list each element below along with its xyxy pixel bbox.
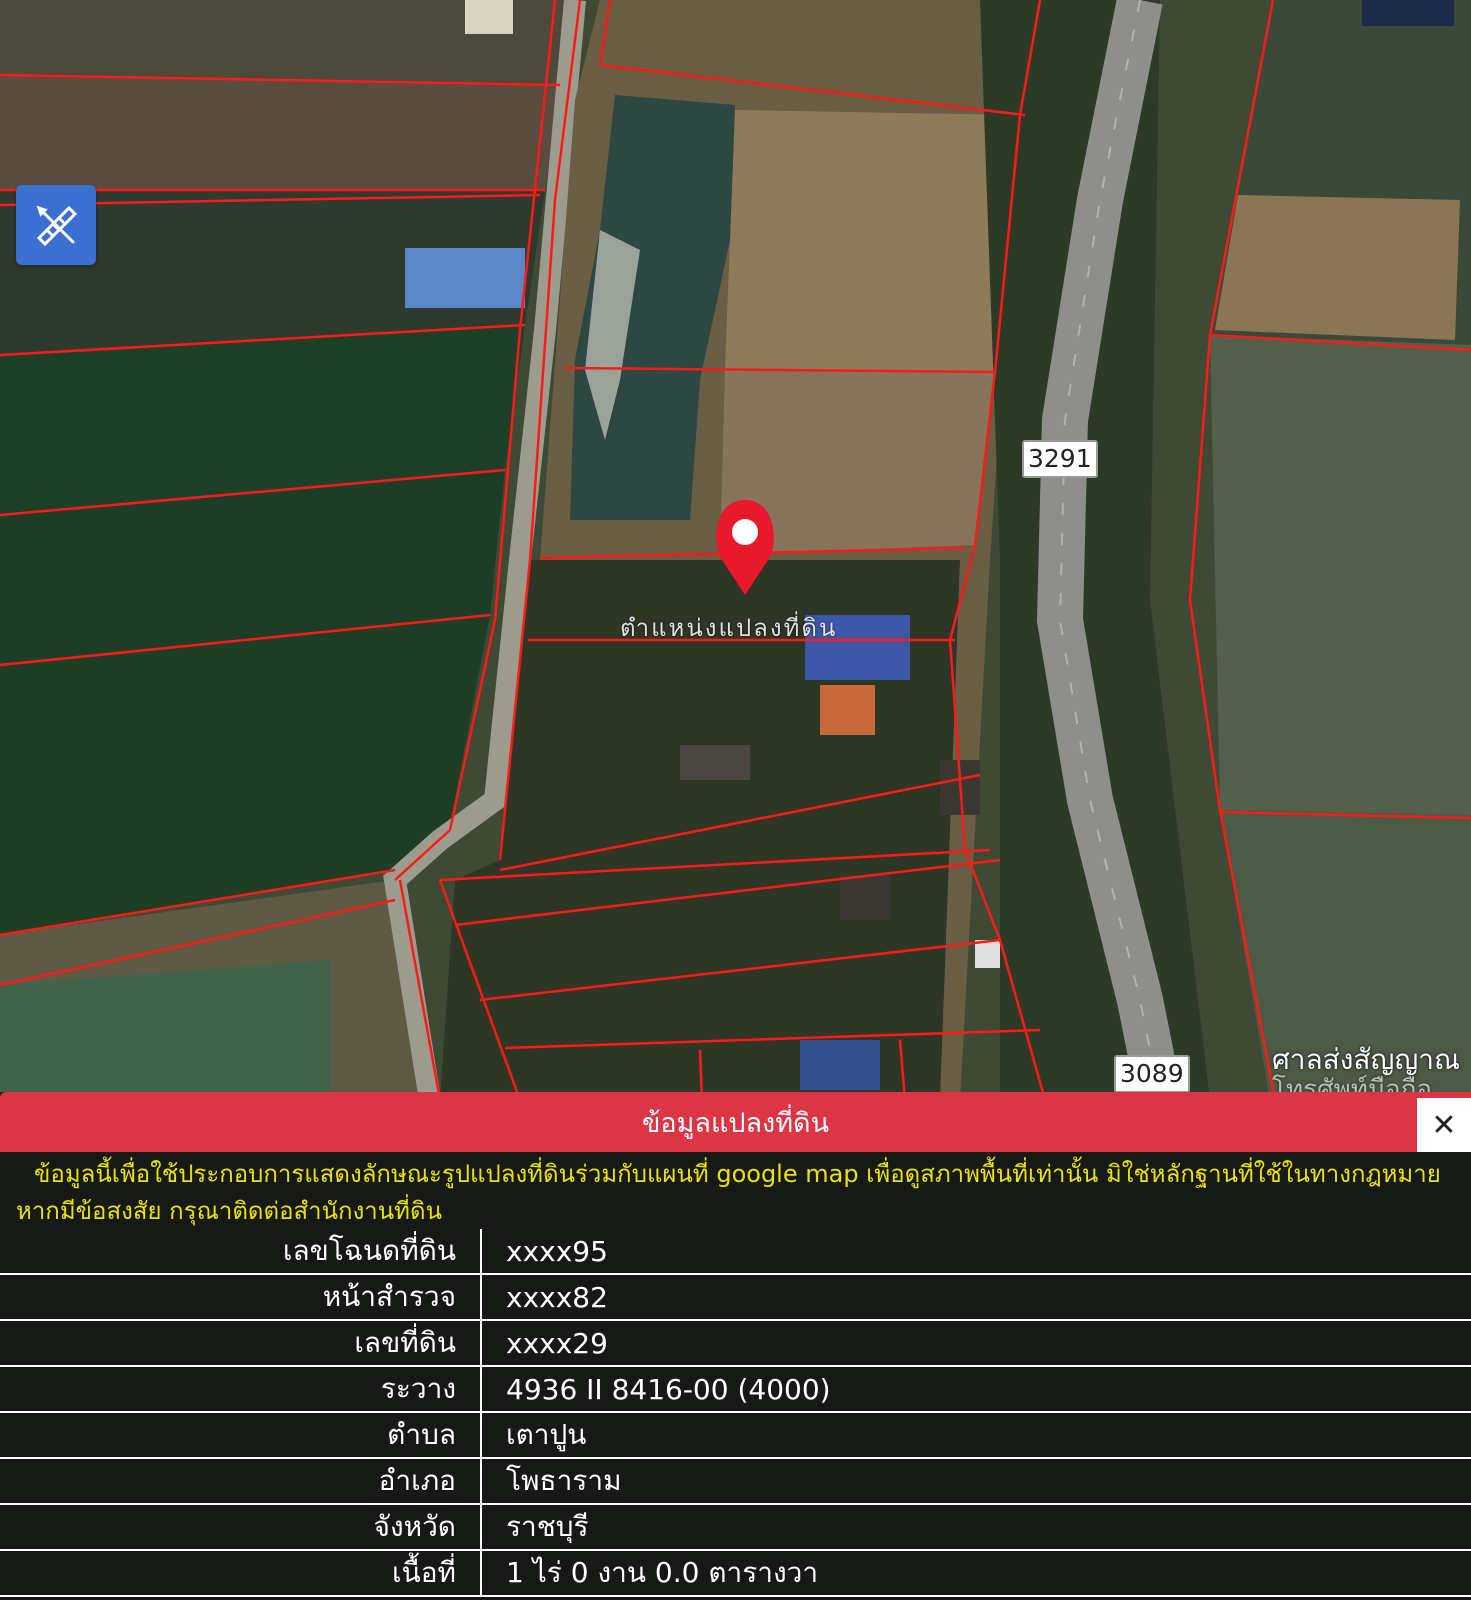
building-roof-orange xyxy=(820,685,875,735)
road-label-3291: 3291 xyxy=(1022,440,1098,478)
table-row: จังหวัด ราชบุรี xyxy=(0,1504,1471,1551)
field-east-brown xyxy=(1215,195,1460,340)
map-corner-overlay xyxy=(1362,0,1454,26)
row-value: โพธาราม xyxy=(481,1458,1471,1505)
dry-field-1 xyxy=(725,110,1020,372)
row-label: เลขโฉนดที่ดิน xyxy=(0,1229,482,1275)
table-row: ตำบล เตาปูน xyxy=(0,1412,1471,1459)
building-roof-dark-2 xyxy=(840,875,890,920)
building-roof-blue-1 xyxy=(405,248,525,308)
row-value: xxxx29 xyxy=(481,1320,1471,1367)
row-value: เตาปูน xyxy=(481,1412,1471,1459)
disclaimer-text: ข้อมูลนี้เพื่อใช้ประกอบการแสดงลักษณะรูปแ… xyxy=(16,1160,1441,1225)
close-icon: ✕ xyxy=(1431,1107,1457,1143)
map-place-label-line1: ศาลส่งสัญญาณ xyxy=(1272,1043,1460,1076)
row-value: 4936 II 8416-00 (4000) xyxy=(481,1366,1471,1413)
field-brown-strip xyxy=(0,75,560,190)
table-row: เลขโฉนดที่ดิน xxxx95 xyxy=(0,1229,1471,1275)
building-roof-blue-3 xyxy=(800,1040,880,1090)
table-row: อำเภอ โพธาราม xyxy=(0,1458,1471,1505)
parcel-info-table: เลขโฉนดที่ดิน xxxx95 หน้าสำรวจ xxxx82 เลขท… xyxy=(0,1229,1471,1597)
row-label: เนื้อที่ xyxy=(0,1550,482,1597)
row-value: ราชบุรี xyxy=(481,1504,1471,1551)
row-label: เลขที่ดิน xyxy=(0,1320,482,1367)
road-label-3089: 3089 xyxy=(1114,1055,1190,1093)
row-label: ระวาง xyxy=(0,1366,482,1413)
ruler-pencil-icon xyxy=(36,205,78,247)
building-roof-dark-1 xyxy=(680,745,750,780)
measure-tool-button[interactable] xyxy=(16,185,96,265)
field-east-2 xyxy=(1210,335,1471,815)
row-label: ตำบล xyxy=(0,1412,482,1459)
row-value: xxxx95 xyxy=(481,1229,1471,1275)
row-value: 1 ไร่ 0 งาน 0.0 ตารางวา xyxy=(481,1550,1471,1597)
panel-title: ข้อมูลแปลงที่ดิน xyxy=(641,1107,830,1139)
panel-header: ข้อมูลแปลงที่ดิน xyxy=(0,1092,1471,1152)
table-row: เลขที่ดิน xxxx29 xyxy=(0,1320,1471,1367)
table-row: ระวาง 4936 II 8416-00 (4000) xyxy=(0,1366,1471,1413)
marker-label: ตำแหน่งแปลงที่ดิน xyxy=(620,614,838,642)
row-label: หน้าสำรวจ xyxy=(0,1274,482,1321)
row-label: อำเภอ xyxy=(0,1458,482,1505)
building-top xyxy=(465,0,513,34)
row-label: จังหวัด xyxy=(0,1504,482,1551)
parcel-info-panel: ข้อมูลแปลงที่ดิน ✕ ข้อมูลนี้เพื่อใช้ประก… xyxy=(0,1092,1471,1600)
row-value: xxxx82 xyxy=(481,1274,1471,1321)
table-row: เนื้อที่ 1 ไร่ 0 งาน 0.0 ตารางวา xyxy=(0,1550,1471,1597)
close-button[interactable]: ✕ xyxy=(1417,1098,1471,1152)
table-row: หน้าสำรวจ xxxx82 xyxy=(0,1274,1471,1321)
